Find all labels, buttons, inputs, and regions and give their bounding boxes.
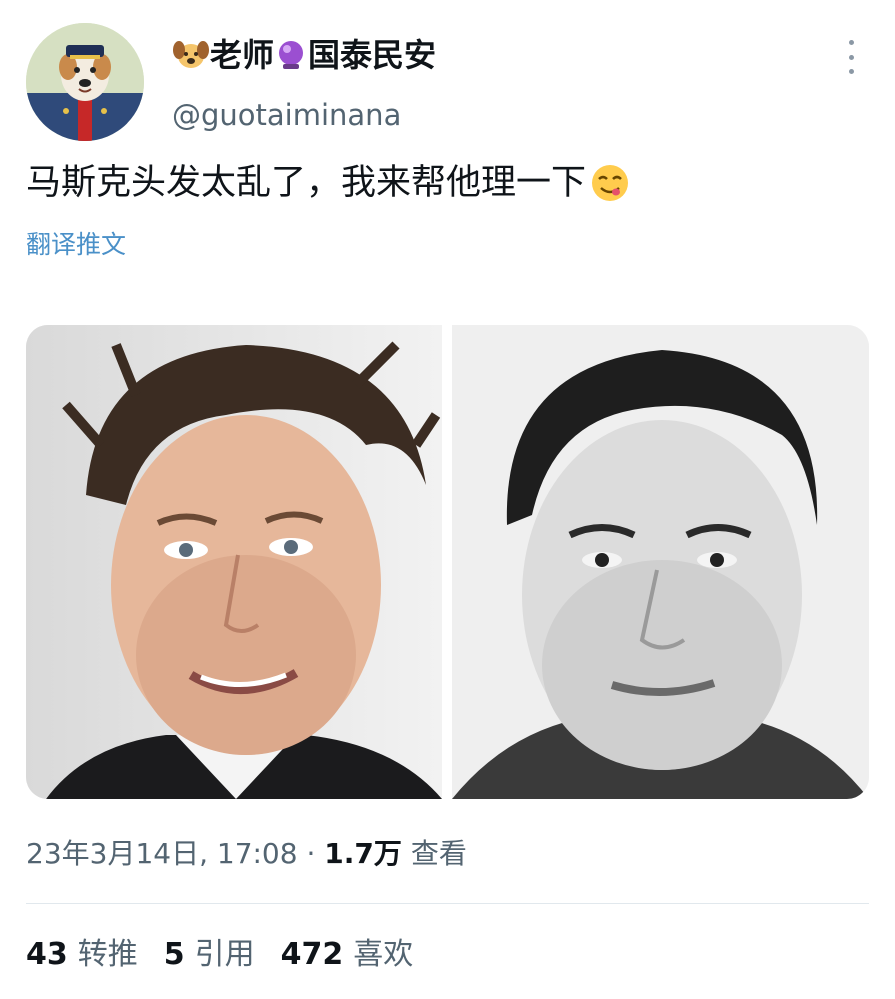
yum-face-icon: [588, 161, 632, 205]
quotes-stat[interactable]: 5 引用: [164, 934, 255, 976]
retweets-stat[interactable]: 43 转推: [26, 934, 138, 976]
retweets-label: 转推: [77, 937, 138, 972]
dog-face-icon: [172, 38, 210, 72]
user-handle[interactable]: @guotaiminana: [172, 96, 401, 134]
likes-count: 472: [280, 937, 344, 972]
quotes-count: 5: [163, 937, 185, 972]
quotes-label: 引用: [194, 937, 255, 972]
tweet-media[interactable]: [26, 325, 869, 799]
engagement-stats: 43 转推 5 引用 472 喜欢: [26, 934, 413, 976]
left-photo[interactable]: [26, 325, 442, 799]
display-name-part1: 老师: [210, 36, 275, 74]
tweet-text: 马斯克头发太乱了，我来帮他理一下: [26, 160, 632, 206]
likes-stat[interactable]: 472 喜欢: [281, 934, 414, 976]
translate-tweet-link[interactable]: 翻译推文: [26, 228, 126, 262]
display-name-part2: 国泰民安: [308, 36, 437, 74]
right-photo[interactable]: [452, 325, 869, 799]
display-name[interactable]: 老师 国泰民安: [172, 34, 436, 76]
crystal-ball-icon: [274, 38, 308, 72]
meta-separator: ·: [306, 837, 316, 870]
views-label: 查看: [410, 837, 467, 870]
tweet-text-body: 马斯克头发太乱了，我来帮他理一下: [26, 163, 587, 203]
more-options-icon[interactable]: [838, 40, 864, 74]
views-count: 1.7万: [324, 837, 402, 870]
retweets-count: 43: [26, 937, 68, 972]
tweet-meta: 23年3月14日, 17:08 · 1.7万 查看: [26, 834, 467, 874]
tweet-timestamp[interactable]: 23年3月14日, 17:08: [26, 837, 298, 870]
likes-label: 喜欢: [353, 937, 414, 972]
divider: [26, 903, 869, 904]
avatar-image: [26, 23, 144, 141]
avatar[interactable]: [26, 23, 144, 141]
